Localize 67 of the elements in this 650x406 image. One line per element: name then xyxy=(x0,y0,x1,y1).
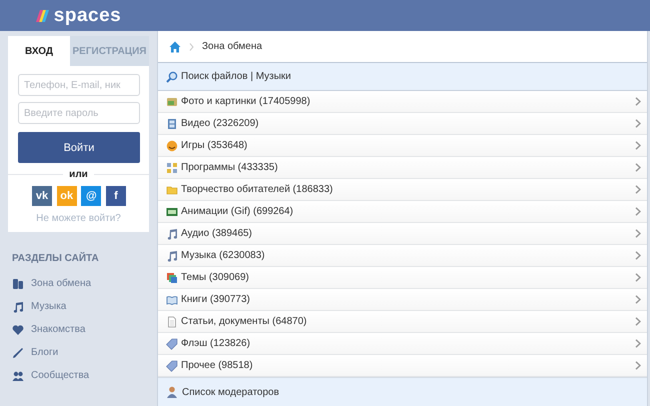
search-header-text[interactable]: Поиск файлов | Музыки xyxy=(181,71,292,82)
section-title: РАЗДЕЛЫ САЙТА xyxy=(12,253,100,264)
chevron-icon xyxy=(635,185,641,194)
category-label: Анимации (Gif) (699264) xyxy=(181,206,294,217)
folder-icon xyxy=(166,184,178,196)
nav-label: Зона обмена xyxy=(31,278,92,289)
people-icon xyxy=(12,370,24,382)
category-label: Творчество обитателей (186833) xyxy=(181,184,334,195)
chevron-icon xyxy=(635,97,641,106)
search-icon xyxy=(166,70,178,82)
music-note-icon xyxy=(166,250,178,262)
grid-icon xyxy=(166,162,178,174)
chevron-icon xyxy=(635,141,641,150)
chevron-icon xyxy=(635,207,641,216)
category-label: Программы (433335) xyxy=(181,162,279,173)
exchange-icon xyxy=(12,278,24,290)
chevron-icon xyxy=(635,273,641,282)
category-label: Музыка (6230083) xyxy=(181,250,266,261)
heart-icon xyxy=(12,324,24,336)
palette-icon xyxy=(166,272,178,284)
category-label: Флэш (123826) xyxy=(181,338,252,349)
category-label: Книги (390773) xyxy=(181,294,251,305)
moderators-label: Список модераторов xyxy=(182,386,280,398)
logo-text[interactable]: spaces xyxy=(54,4,122,26)
photo-icon xyxy=(166,96,178,108)
breadcrumb-link[interactable]: Зона обмена xyxy=(202,41,262,52)
film-strip-icon xyxy=(166,206,178,218)
document-icon xyxy=(166,316,178,328)
category-label: Темы (309069) xyxy=(181,272,250,283)
tag-icon xyxy=(166,360,178,372)
chevron-icon xyxy=(635,163,641,172)
smiley-icon xyxy=(166,140,178,152)
nav-label: Музыка xyxy=(31,301,66,312)
category-label: Фото и картинки (17405998) xyxy=(181,96,312,107)
home-icon[interactable] xyxy=(169,40,181,52)
logo-icon xyxy=(36,10,50,22)
chevron-icon xyxy=(635,251,641,260)
category-label: Аудио (389465) xyxy=(181,228,254,239)
chevron-icon xyxy=(635,229,641,238)
category-label: Игры (353648) xyxy=(181,140,248,151)
chevron-icon xyxy=(189,42,194,50)
film-icon xyxy=(166,118,178,130)
chevron-icon xyxy=(635,339,641,348)
music-note-icon xyxy=(166,228,178,240)
nav-label: Блоги xyxy=(31,347,58,358)
social-button[interactable]: f xyxy=(106,186,126,206)
social-button[interactable]: vk xyxy=(32,186,52,206)
category-label: Статьи, документы (64870) xyxy=(181,316,308,327)
password-field[interactable]: Введите пароль xyxy=(18,102,140,124)
chevron-icon xyxy=(635,295,641,304)
login-field[interactable]: Телефон, E-mail, ник xyxy=(18,74,140,96)
music-note-icon xyxy=(12,300,24,312)
category-label: Прочее (98518) xyxy=(181,360,254,371)
chevron-icon xyxy=(635,317,641,326)
chevron-icon xyxy=(635,119,641,128)
separator-text: или xyxy=(69,169,88,180)
category-label: Видео (2326209) xyxy=(181,118,260,129)
person-icon xyxy=(166,386,178,398)
chevron-icon xyxy=(635,361,641,370)
login-button[interactable]: Войти xyxy=(18,132,140,163)
pen-icon xyxy=(12,346,24,358)
tag-icon xyxy=(166,338,178,350)
moderators-link[interactable]: Список модераторов xyxy=(158,377,647,406)
nav-label: Сообщества xyxy=(31,370,90,381)
book-icon xyxy=(166,294,178,306)
nav-label: Знакомства xyxy=(31,324,86,335)
social-button[interactable]: @ xyxy=(81,186,102,206)
